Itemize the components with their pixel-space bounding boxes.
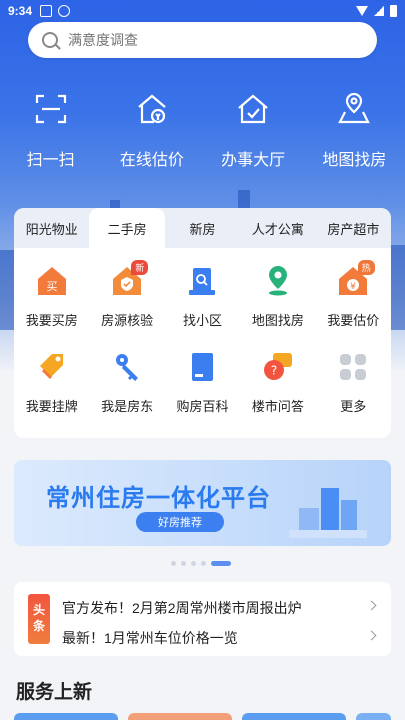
- landlord-key-icon: [116, 354, 139, 381]
- news-item[interactable]: 最新！1月常州车位价格一览: [62, 628, 362, 648]
- service-grid: 买 我要买房 新 房源核验 找小区 地图找房 热 ¥ 我要估价 我要挂牌 我是房…: [14, 248, 391, 432]
- section-title: 服务上新: [16, 682, 93, 703]
- settings-icon: [58, 5, 71, 17]
- category-card: 阳光物业 二手房 新房 人才公寓 房产超市 买 我要买房 新 房源核验 找小区: [14, 208, 391, 438]
- grid-item-label: 我是房东: [101, 399, 154, 414]
- quick-actions: 扫一扫 在线估价 办事大厅 地图找房: [0, 92, 405, 170]
- svg-text:?: ?: [271, 364, 277, 378]
- grid-item-more[interactable]: 更多: [316, 346, 391, 432]
- search-input[interactable]: [68, 32, 348, 48]
- hot-badge: 热: [357, 260, 375, 275]
- building-graphic-icon: [289, 488, 367, 538]
- map-pin-icon: [268, 266, 287, 296]
- quick-action-service-hall[interactable]: 办事大厅: [203, 92, 304, 170]
- grid-item-label: 更多: [340, 399, 367, 414]
- headline-news: 头 条 官方发布！2月第2周常州楼市周报出炉 最新！1月常州车位价格一览: [14, 582, 391, 656]
- pager-dot[interactable]: [191, 561, 196, 566]
- grid-item-valuation[interactable]: 热 ¥ 我要估价: [316, 260, 391, 346]
- service-card-peek[interactable]: [242, 713, 346, 720]
- new-badge: 新: [131, 260, 149, 275]
- promo-banner[interactable]: 常州住房一体化平台 好房推荐: [14, 460, 391, 546]
- grid-item-label: 找小区: [182, 313, 222, 328]
- buy-house-icon: 买: [37, 267, 66, 295]
- grid-item-label: 我要估价: [327, 313, 380, 328]
- category-tabs: 阳光物业 二手房 新房 人才公寓 房产超市: [14, 208, 391, 248]
- grid-item-qa[interactable]: ? 楼市问答: [240, 346, 315, 432]
- headline-tag: 头 条: [28, 594, 50, 644]
- chevron-right-icon: [366, 630, 377, 641]
- tab-new-house[interactable]: 新房: [165, 208, 240, 248]
- grid-item-label: 购房百科: [176, 399, 229, 414]
- find-community-icon: [189, 268, 216, 295]
- grid-item-encyclopedia[interactable]: 购房百科: [165, 346, 240, 432]
- grid-item-buy-house[interactable]: 买 我要买房: [14, 260, 89, 346]
- service-card-peek[interactable]: [356, 713, 391, 720]
- grid-item-label: 我要买房: [25, 313, 78, 328]
- banner-pager: [171, 561, 231, 566]
- service-card-peek[interactable]: [14, 713, 118, 720]
- grid-item-listing[interactable]: 我要挂牌: [14, 346, 89, 432]
- tab-property-market[interactable]: 房产超市: [316, 208, 391, 248]
- grid-item-label: 我要挂牌: [25, 399, 78, 414]
- service-card-peek[interactable]: [128, 713, 232, 720]
- grid-item-find-community[interactable]: 找小区: [165, 260, 240, 346]
- quick-action-label: 地图找房: [322, 152, 387, 169]
- grid-item-label: 地图找房: [251, 313, 304, 328]
- banner-title: 常州住房一体化平台: [46, 485, 271, 512]
- tab-second-hand[interactable]: 二手房: [89, 208, 165, 248]
- more-icon: [340, 354, 367, 380]
- headline-tag-char: 条: [32, 619, 45, 633]
- scan-icon: [35, 94, 66, 124]
- status-bar: 9:34: [0, 0, 405, 22]
- grid-item-landlord[interactable]: 我是房东: [89, 346, 164, 432]
- news-item[interactable]: 官方发布！2月第2周常州楼市周报出炉: [62, 598, 362, 618]
- service-hall-icon: [238, 94, 268, 124]
- battery-icon: [390, 5, 397, 17]
- svg-text:买: 买: [46, 280, 57, 293]
- map-icon: [338, 92, 371, 124]
- notification-icon: [40, 5, 53, 17]
- quick-action-map[interactable]: 地图找房: [304, 92, 405, 170]
- house-valuation-icon: [138, 94, 166, 124]
- grid-item-label: 楼市问答: [251, 399, 304, 414]
- headline-tag-char: 头: [32, 603, 45, 618]
- pager-dot[interactable]: [181, 561, 186, 566]
- grid-item-verify-house[interactable]: 新 房源核验: [89, 260, 164, 346]
- tab-talent-apartment[interactable]: 人才公寓: [240, 208, 315, 248]
- quick-action-label: 扫一扫: [26, 152, 75, 169]
- quick-action-label: 在线估价: [119, 152, 184, 169]
- tab-sunshine-property[interactable]: 阳光物业: [14, 208, 89, 248]
- grid-item-label: 房源核验: [101, 313, 154, 328]
- pager-dot-active[interactable]: [211, 561, 231, 566]
- wifi-icon: [356, 6, 368, 16]
- chevron-right-icon: [366, 600, 377, 611]
- pager-dot[interactable]: [201, 561, 206, 566]
- qa-icon: ?: [263, 353, 292, 380]
- quick-action-valuation[interactable]: 在线估价: [101, 92, 202, 170]
- quick-action-scan[interactable]: 扫一扫: [0, 92, 101, 170]
- status-time: 9:34: [8, 4, 33, 18]
- search-bar[interactable]: [28, 22, 377, 58]
- listing-tag-icon: [39, 354, 63, 380]
- recommend-button[interactable]: 好房推荐: [136, 512, 224, 532]
- quick-action-label: 办事大厅: [221, 152, 286, 169]
- svg-text:¥: ¥: [350, 282, 356, 292]
- signal-icon: [374, 6, 384, 16]
- grid-item-map-search[interactable]: 地图找房: [240, 260, 315, 346]
- pager-dot[interactable]: [171, 561, 176, 566]
- encyclopedia-icon: [192, 353, 214, 381]
- search-icon: [42, 32, 58, 48]
